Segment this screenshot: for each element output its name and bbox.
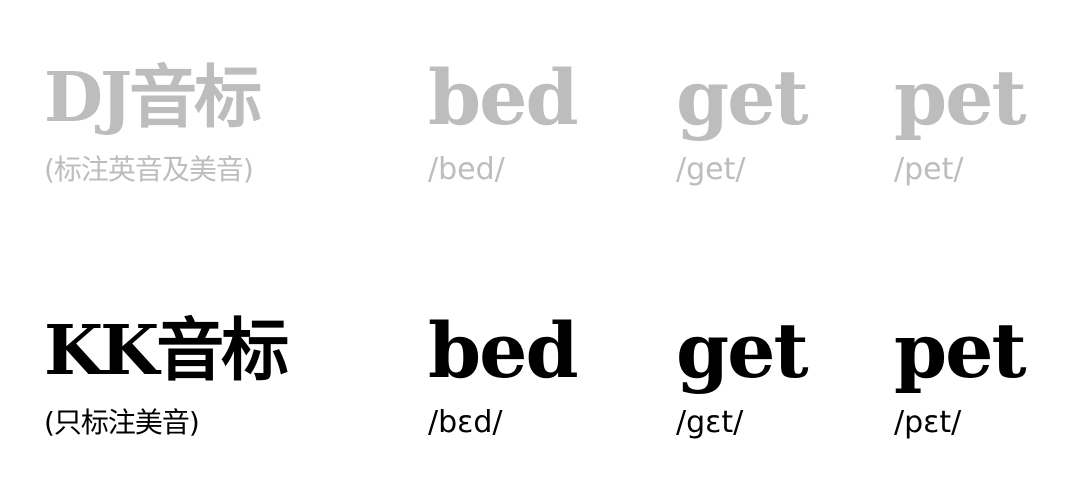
word: pet: [894, 306, 1027, 395]
word: bed: [428, 306, 579, 395]
dj-title: DJ音标: [44, 58, 262, 138]
word: pet: [894, 53, 1027, 142]
dj-label-cell: DJ音标 (标注英音及美音): [44, 56, 262, 188]
dj-word-get: get /get/: [676, 53, 809, 188]
word: get: [676, 306, 809, 395]
kk-word-get: get /gɛt/: [676, 306, 809, 441]
kk-word-bed: bed /bɛd/: [428, 306, 579, 441]
word: bed: [428, 53, 579, 142]
kk-label-cell: KK音标 (只标注美音): [44, 309, 289, 441]
dj-word-bed: bed /bed/: [428, 53, 579, 188]
phonetic: /pet/: [894, 152, 964, 187]
dj-note: (标注英音及美音): [44, 153, 254, 186]
phonetic: /bed/: [428, 152, 505, 187]
phonetic: /gɛt/: [676, 405, 744, 440]
kk-title: KK音标: [44, 311, 289, 391]
phonetic: /pɛt/: [894, 405, 962, 440]
kk-note: (只标注美音): [44, 406, 200, 439]
word: get: [676, 53, 809, 142]
phonetic: /bɛd/: [428, 405, 503, 440]
dj-word-pet: pet /pet/: [894, 53, 1027, 188]
phonetic: /get/: [676, 152, 746, 187]
kk-word-pet: pet /pɛt/: [894, 306, 1027, 441]
